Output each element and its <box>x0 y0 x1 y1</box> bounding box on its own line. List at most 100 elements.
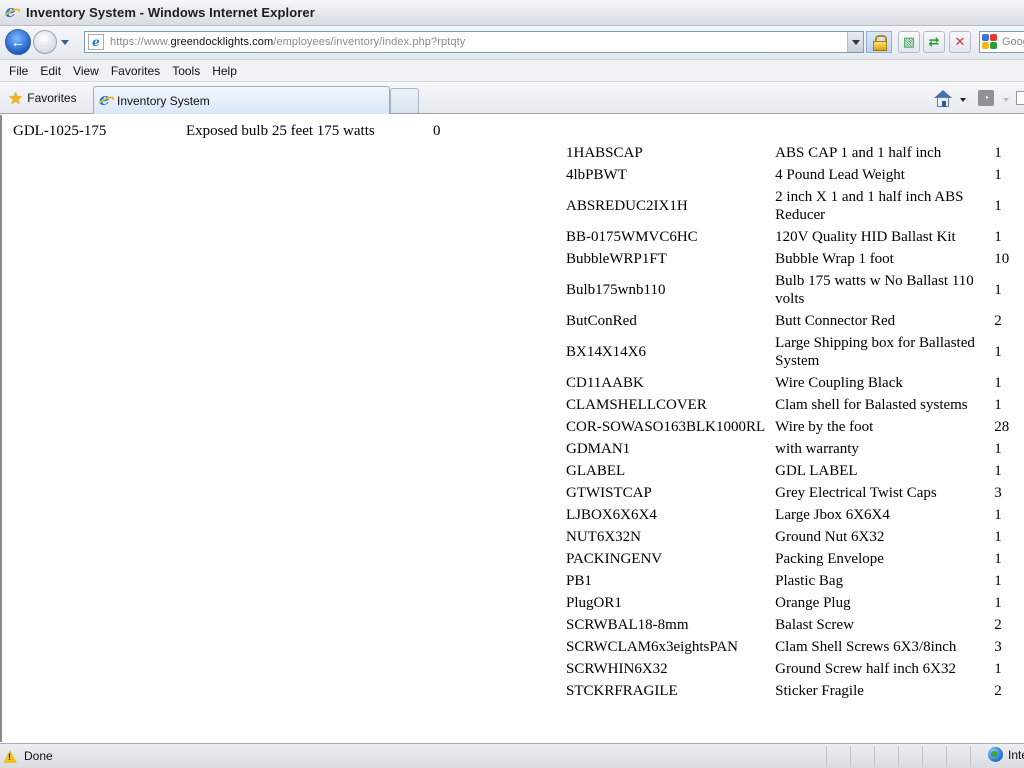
item-description: 2 inch X 1 and 1 half inch ABS Reducer <box>775 189 964 223</box>
menu-help[interactable]: Help <box>207 61 242 81</box>
feeds-button[interactable]: ◔ <box>978 90 994 106</box>
table-row: LJBOX6X6X4 Large Jbox 6X6X4 1 <box>564 505 1022 525</box>
menu-edit[interactable]: Edit <box>35 61 66 81</box>
security-zone[interactable]: Internet <box>988 747 1024 762</box>
item-qty: 1 <box>994 595 1002 611</box>
table-row: BubbleWRP1FT Bubble Wrap 1 foot 10 <box>564 249 1022 269</box>
forward-button[interactable]: → <box>33 30 57 54</box>
home-dropdown-button[interactable] <box>960 98 966 102</box>
globe-icon <box>988 747 1003 762</box>
table-row: PACKINGENV Packing Envelope 1 <box>564 549 1022 569</box>
item-qty: 1 <box>994 441 1002 457</box>
table-row: 1HABSCAP ABS CAP 1 and 1 half inch 1 <box>564 143 1022 163</box>
navigation-bar: ← → e https://www.greendocklights.com/em… <box>0 26 1024 60</box>
item-code: ABSREDUC2IX1H <box>566 198 688 214</box>
table-row: 4lbPBWT 4 Pound Lead Weight 1 <box>564 165 1022 185</box>
item-qty: 2 <box>994 617 1002 633</box>
table-row: GDMAN1 with warranty 1 <box>564 439 1022 459</box>
search-box[interactable]: Google <box>979 31 1024 53</box>
tab-inventory-system[interactable]: e Inventory System <box>93 86 390 114</box>
item-description: Clam shell for Balasted systems <box>775 397 968 413</box>
item-qty: 2 <box>994 313 1002 329</box>
item-qty: 0 <box>433 123 441 139</box>
item-qty: 3 <box>994 485 1002 501</box>
menu-file[interactable]: File <box>4 61 33 81</box>
search-input[interactable]: Google <box>1002 36 1024 48</box>
item-qty: 2 <box>994 683 1002 699</box>
item-code: GTWISTCAP <box>566 485 652 501</box>
table-row: GLABEL GDL LABEL 1 <box>564 461 1022 481</box>
item-description: 120V Quality HID Ballast Kit <box>775 229 956 245</box>
star-icon: ★ <box>8 88 24 108</box>
item-code: PlugOR1 <box>566 595 622 611</box>
status-bar: Done Internet <box>0 743 1024 768</box>
favorites-label: Favorites <box>27 91 77 105</box>
item-code: CD11AABK <box>566 375 644 391</box>
url-domain: greendocklights.com <box>170 36 274 48</box>
item-code: CLAMSHELLCOVER <box>566 397 707 413</box>
status-pane <box>850 746 874 766</box>
feeds-dropdown-button[interactable] <box>1003 98 1009 102</box>
item-code: LJBOX6X6X4 <box>566 507 657 523</box>
menu-tools[interactable]: Tools <box>167 61 205 81</box>
table-row: PlugOR1 Orange Plug 1 <box>564 593 1022 613</box>
menu-view[interactable]: View <box>68 61 104 81</box>
status-pane <box>826 746 850 766</box>
item-qty: 1 <box>994 463 1002 479</box>
item-code: 4lbPBWT <box>566 167 627 183</box>
home-button[interactable] <box>933 89 953 109</box>
item-code: GLABEL <box>566 463 626 479</box>
back-button[interactable]: ← <box>5 29 31 55</box>
item-qty: 1 <box>994 145 1002 161</box>
item-description: GDL LABEL <box>775 463 858 479</box>
zone-label: Internet <box>1008 747 1024 762</box>
stop-button[interactable]: ✕ <box>949 31 971 53</box>
item-description: ABS CAP 1 and 1 half inch <box>775 145 942 161</box>
favorites-button[interactable]: ★ Favorites <box>4 87 81 109</box>
menu-favorites[interactable]: Favorites <box>106 61 165 81</box>
item-qty: 1 <box>994 529 1002 545</box>
table-row: BB-0175WMVC6HC 120V Quality HID Ballast K… <box>564 227 1022 247</box>
item-code: PB1 <box>566 573 592 589</box>
item-description: Exposed bulb 25 feet 175 watts <box>186 123 375 139</box>
status-text: Done <box>24 749 53 763</box>
rss-feed-icon: ◔ <box>982 92 990 104</box>
table-row: GTWISTCAP Grey Electrical Twist Caps 3 <box>564 483 1022 503</box>
status-pane <box>874 746 898 766</box>
item-qty: 1 <box>994 397 1002 413</box>
item-qty: 1 <box>994 375 1002 391</box>
item-description: with warranty <box>775 441 859 457</box>
item-description: Sticker Fragile <box>775 683 864 699</box>
refresh-icon: ⇄ <box>928 34 940 49</box>
url-path: /employees/inventory/index.php?rptqty <box>273 36 466 48</box>
compatibility-view-button[interactable]: ▧ <box>898 31 920 53</box>
address-bar[interactable]: e https://www.greendocklights.com/employ… <box>84 31 864 53</box>
refresh-button[interactable]: ⇄ <box>923 31 945 53</box>
item-code: GDMAN1 <box>566 441 631 457</box>
page-menu-button[interactable] <box>1016 91 1024 105</box>
item-description: Wire Coupling Black <box>775 375 903 391</box>
ie-logo-icon: e <box>96 90 116 110</box>
item-code: COR-SOWASO163BLK1000RL <box>566 419 766 435</box>
status-pane <box>922 746 946 766</box>
page-content: GDL-1025-175 Exposed bulb 25 feet 175 wa… <box>0 115 1024 742</box>
table-row: ABSREDUC2IX1H 2 inch X 1 and 1 half inch … <box>564 187 1022 225</box>
favorites-bar: ★ Favorites e Inventory System ◔ <box>0 83 1024 114</box>
table-row: SCRWBAL18-8mm Balast Screw 2 <box>564 615 1022 635</box>
address-dropdown-button[interactable] <box>847 32 863 52</box>
item-description: Clam Shell Screws 6X3/8inch <box>775 639 957 655</box>
item-qty: 10 <box>994 251 1010 267</box>
table-row: CD11AABK Wire Coupling Black 1 <box>564 373 1022 393</box>
item-description: Ground Nut 6X32 <box>775 529 885 545</box>
item-code: BubbleWRP1FT <box>566 251 667 267</box>
url-input[interactable]: https://www.greendocklights.com/employee… <box>110 36 465 48</box>
new-tab-button[interactable] <box>390 88 419 113</box>
menu-bar: File Edit View Favorites Tools Help <box>0 60 1024 82</box>
item-qty: 1 <box>994 573 1002 589</box>
recent-pages-dropdown[interactable] <box>61 40 69 45</box>
item-description: Ground Screw half inch 6X32 <box>775 661 956 677</box>
security-report-button[interactable] <box>866 31 892 53</box>
table-row: STCKRFRAGILE Sticker Fragile 2 <box>564 681 1022 701</box>
item-qty: 1 <box>994 551 1002 567</box>
item-qty: 1 <box>994 507 1002 523</box>
